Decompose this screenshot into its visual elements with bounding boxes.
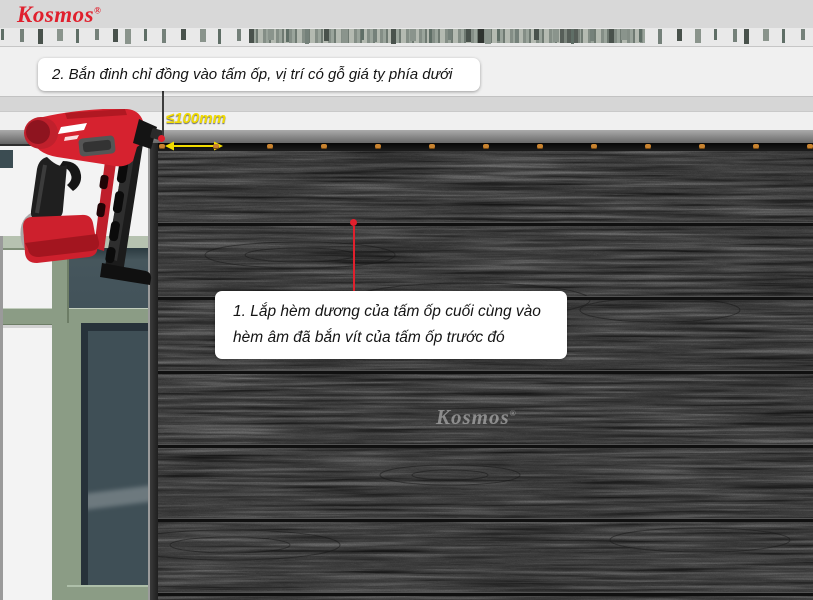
callout-step1: 1. Lắp hèm dương của tấm ốp cuối cùng và…	[215, 291, 567, 359]
batten-tick	[571, 29, 574, 44]
batten-tick	[553, 29, 559, 42]
batten-dark-patch	[478, 29, 484, 43]
batten-tick	[305, 29, 309, 44]
copper-nail	[699, 144, 705, 149]
batten-tick	[782, 29, 785, 43]
batten-tick	[181, 29, 186, 40]
batten-tick	[20, 29, 24, 42]
registered-trademark-icon: ®	[510, 409, 517, 418]
panel-top-edge	[148, 143, 813, 151]
watermark-text: Kosmos	[436, 405, 510, 429]
seam-point-marker	[350, 219, 357, 226]
batten-tick	[373, 29, 377, 42]
copper-nail	[753, 144, 759, 149]
batten-tick	[125, 29, 131, 44]
batten-tick	[466, 29, 471, 42]
batten-tick	[324, 29, 329, 41]
instruction-illustration: Kosmos®	[0, 0, 813, 600]
magazine-foot	[100, 263, 151, 285]
left-edge-line	[0, 236, 3, 600]
batten-tick	[485, 29, 491, 44]
batten-tick	[162, 29, 166, 43]
registered-trademark-icon: ®	[94, 5, 101, 15]
batten-tick	[1, 29, 4, 40]
header-band	[0, 0, 813, 28]
woodgrain-panel	[148, 143, 813, 600]
batten-tick	[342, 29, 348, 43]
batten-tick	[144, 29, 147, 41]
batten-tick	[391, 29, 396, 44]
copper-nail	[591, 144, 597, 149]
batten-tick	[410, 29, 416, 41]
window-sill	[67, 585, 148, 600]
batten-tick	[609, 29, 614, 43]
copper-nail	[213, 144, 219, 149]
batten-tick	[200, 29, 206, 42]
callout-step2-text: 2. Bắn đinh chỉ đồng vào tấm ốp, vị trí …	[52, 66, 480, 83]
batten-tick	[801, 29, 805, 40]
batten-dark-patch	[560, 29, 580, 43]
batten-tick	[113, 29, 118, 42]
batten-tick	[76, 29, 79, 43]
plank-seam	[148, 518, 813, 522]
copper-nail	[429, 144, 435, 149]
batten-tick	[677, 29, 682, 41]
nail-point-marker	[158, 135, 165, 142]
window-glass	[88, 331, 148, 585]
batten-tick	[744, 29, 749, 44]
batten-tick	[429, 29, 432, 43]
window-pane-frame	[67, 323, 81, 600]
batten-tick	[515, 29, 519, 43]
batten-tick	[95, 29, 99, 40]
brand-logo: Kosmos®	[17, 2, 101, 28]
batten-tick	[590, 29, 594, 41]
batten-tick	[218, 29, 221, 44]
callout-step1-line2: hèm âm đã bắn vít của tấm ốp trước đó	[233, 325, 567, 351]
copper-nail	[483, 144, 489, 149]
copper-nail	[267, 144, 273, 149]
batten-tick	[639, 29, 642, 42]
plank-seam	[148, 222, 813, 226]
callout2-pointer-line	[162, 91, 164, 138]
copper-nail	[375, 144, 381, 149]
batten-tick	[497, 29, 500, 41]
measurement-label: ≤100mm	[166, 110, 226, 127]
plank-seam	[148, 592, 813, 596]
batten-tick	[658, 29, 662, 44]
panel-watermark: Kosmos®	[436, 405, 517, 430]
batten-tick	[733, 29, 737, 42]
copper-nail	[645, 144, 651, 149]
nail-gun	[5, 103, 173, 288]
callout1-pointer-line	[353, 226, 355, 291]
batten-tick	[361, 29, 364, 40]
copper-nail	[159, 144, 165, 149]
brand-logo-text: Kosmos	[17, 2, 94, 27]
copper-nail	[807, 144, 813, 149]
batten-tick	[448, 29, 452, 40]
copper-nail	[537, 144, 543, 149]
callout-step2: 2. Bắn đinh chỉ đồng vào tấm ốp, vị trí …	[38, 58, 480, 91]
copper-nail	[321, 144, 327, 149]
plank-seam	[148, 370, 813, 374]
batten-tick	[268, 29, 274, 40]
ceiling-batten-strip	[0, 28, 813, 47]
plank-seam	[148, 444, 813, 448]
batten-tick	[763, 29, 769, 41]
callout-step1-line1: 1. Lắp hèm dương của tấm ốp cuối cùng và…	[233, 299, 567, 325]
batten-tick	[286, 29, 289, 42]
batten-tick	[714, 29, 717, 40]
batten-tick	[695, 29, 701, 43]
batten-tick	[38, 29, 43, 44]
batten-tick	[249, 29, 254, 43]
batten-tick	[57, 29, 63, 41]
batten-tick	[237, 29, 241, 41]
glass-reflection	[88, 484, 148, 511]
batten-tick	[621, 29, 627, 40]
batten-tick	[534, 29, 539, 40]
